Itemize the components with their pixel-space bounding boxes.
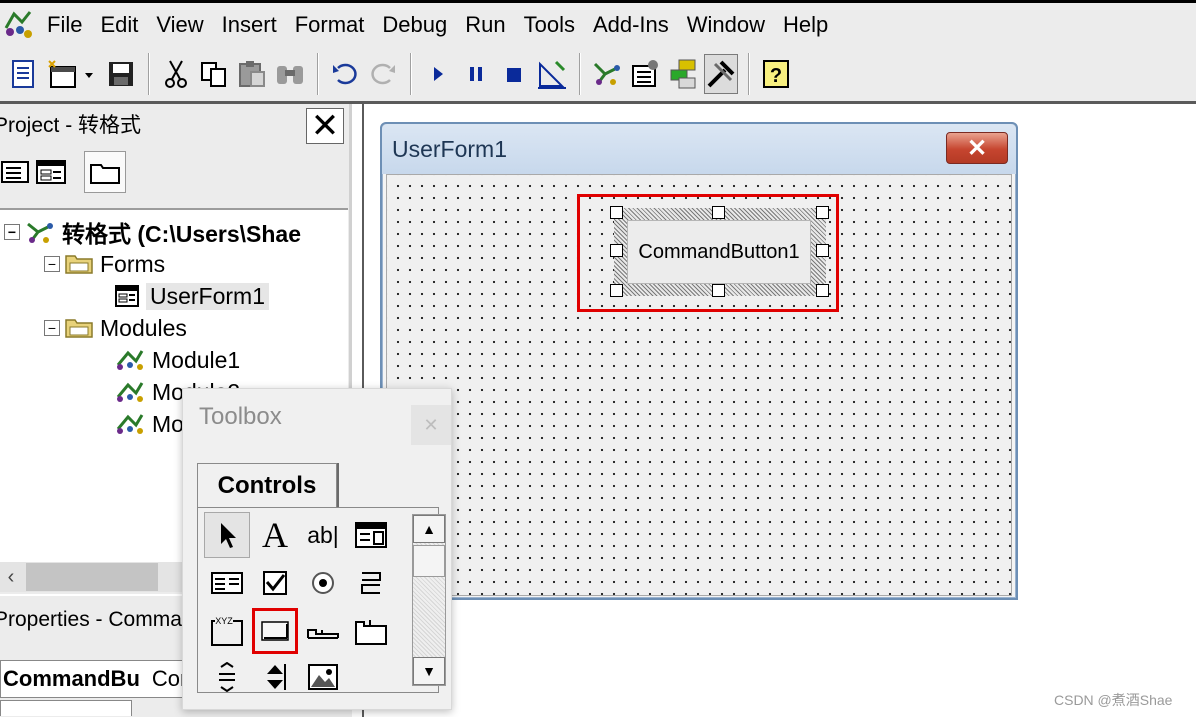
menu-file[interactable]: File xyxy=(38,7,91,43)
project-explorer-icon[interactable] xyxy=(590,54,624,94)
image-tool-icon[interactable] xyxy=(300,654,346,700)
userform1-label: UserForm1 xyxy=(146,282,270,310)
break-icon[interactable] xyxy=(459,54,493,94)
close-icon[interactable]: ✕ xyxy=(946,132,1008,164)
find-icon[interactable] xyxy=(273,54,307,94)
module-icon xyxy=(114,411,146,437)
cut-icon[interactable] xyxy=(159,54,193,94)
tree-item-module1[interactable]: Module1 xyxy=(114,344,240,376)
svg-text:XYZ: XYZ xyxy=(215,616,233,626)
scroll-up-icon[interactable]: ▲ xyxy=(413,515,445,543)
menu-debug[interactable]: Debug xyxy=(373,7,456,43)
menu-window[interactable]: Window xyxy=(678,7,774,43)
folder-icon xyxy=(64,317,94,339)
insert-userform-icon[interactable] xyxy=(44,54,100,94)
help-icon[interactable]: ? xyxy=(759,54,793,94)
selected-object-name: CommandBu xyxy=(3,666,140,691)
listbox-tool-icon[interactable] xyxy=(204,560,250,606)
menu-help[interactable]: Help xyxy=(774,7,837,43)
modules-folder-label: Modules xyxy=(100,314,187,341)
standard-toolbar: ? xyxy=(0,46,1196,104)
properties-window-icon[interactable] xyxy=(628,54,662,94)
frame-tool-icon[interactable]: XYZ xyxy=(204,608,250,654)
vba-editor-window: File Edit View Insert Format Debug Run T… xyxy=(0,0,1196,717)
view-object-icon[interactable] xyxy=(6,54,40,94)
tree-item-modules[interactable]: − Modules xyxy=(44,312,187,344)
scrollbar-tool-icon[interactable] xyxy=(204,654,250,700)
project-root-label: 转格式 (C:\Users\Shae xyxy=(62,221,302,247)
toggle-button-tool-icon[interactable] xyxy=(348,560,394,606)
toggle-folders-icon[interactable] xyxy=(84,151,126,193)
design-mode-icon[interactable] xyxy=(535,54,569,94)
toolbox-vertical-scrollbar[interactable]: ▲ ▼ xyxy=(412,514,446,686)
module1-label: Module1 xyxy=(152,346,241,373)
project-pane-title: Project - 转格式 xyxy=(0,114,142,137)
module-icon xyxy=(114,379,146,405)
multipage-tool-icon[interactable] xyxy=(348,608,394,654)
toolbox-title: Toolbox xyxy=(199,403,282,430)
save-icon[interactable] xyxy=(104,54,138,94)
toolbar-separator xyxy=(148,52,149,95)
menu-add-ins[interactable]: Add-Ins xyxy=(584,7,678,43)
label-tool-icon[interactable]: A xyxy=(252,512,298,558)
menu-tools[interactable]: Tools xyxy=(515,7,584,43)
reset-icon[interactable] xyxy=(497,54,531,94)
toolbar-separator xyxy=(579,52,580,95)
menu-view[interactable]: View xyxy=(147,7,212,43)
view-code-icon[interactable] xyxy=(0,151,30,193)
controls-panel: A ab| XYZ ▲ ▼ xyxy=(197,507,446,693)
command-button-highlight xyxy=(577,194,839,312)
project-pane-toolbar xyxy=(0,148,348,196)
select-objects-icon[interactable] xyxy=(204,512,250,558)
menu-edit[interactable]: Edit xyxy=(91,7,147,43)
close-icon[interactable]: ✕ xyxy=(306,108,344,144)
tabstrip-tool-icon[interactable] xyxy=(300,608,346,654)
object-browser-icon[interactable] xyxy=(666,54,700,94)
userform-icon xyxy=(114,284,140,308)
folder-icon xyxy=(64,253,94,275)
redo-icon[interactable] xyxy=(366,54,400,94)
scroll-down-icon[interactable]: ▼ xyxy=(413,657,445,685)
command-button-tool-icon[interactable] xyxy=(252,608,298,654)
scrollbar-thumb[interactable] xyxy=(413,545,445,577)
watermark: CSDN @煮酒Shae xyxy=(1054,692,1173,708)
tree-item-project-root[interactable]: − 转格式 (C:\Users\Shae xyxy=(4,216,301,248)
toolbox-window[interactable]: Toolbox ✕ Controls A ab| XYZ ▲ ▼ xyxy=(182,388,452,710)
toolbar-separator xyxy=(317,52,318,95)
undo-icon[interactable] xyxy=(328,54,362,94)
spinbutton-tool-icon[interactable] xyxy=(252,654,298,700)
view-object-icon[interactable] xyxy=(30,151,72,193)
scrollbar-thumb[interactable] xyxy=(26,563,158,591)
toolbar-separator xyxy=(410,52,411,95)
tree-item-userform1[interactable]: UserForm1 xyxy=(114,280,270,312)
module-icon xyxy=(114,347,146,373)
textbox-tool-icon[interactable]: ab| xyxy=(300,512,346,558)
checkbox-tool-icon[interactable] xyxy=(252,560,298,606)
toolbar-separator xyxy=(748,52,749,95)
menu-run[interactable]: Run xyxy=(456,7,514,43)
scroll-left-icon[interactable]: ‹ xyxy=(0,562,22,592)
collapse-icon[interactable]: − xyxy=(44,320,60,336)
menu-format[interactable]: Format xyxy=(286,7,374,43)
project-icon xyxy=(24,218,56,246)
userform-title: UserForm1 xyxy=(392,135,508,162)
toolbox-icon[interactable] xyxy=(704,53,738,94)
forms-folder-label: Forms xyxy=(100,250,166,277)
paste-icon[interactable] xyxy=(235,54,269,94)
close-icon[interactable]: ✕ xyxy=(411,405,451,445)
svg-text:?: ? xyxy=(770,65,782,87)
tab-controls[interactable]: Controls xyxy=(197,463,337,507)
run-icon[interactable] xyxy=(421,54,455,94)
collapse-icon[interactable]: − xyxy=(4,224,20,240)
vba-project-icon[interactable] xyxy=(0,5,38,45)
userform-titlebar[interactable]: UserForm1 ✕ xyxy=(382,124,1016,174)
tab-alphabetic[interactable] xyxy=(0,700,132,716)
copy-icon[interactable] xyxy=(197,54,231,94)
tree-item-forms[interactable]: − Forms xyxy=(44,248,165,280)
combobox-tool-icon[interactable] xyxy=(348,512,394,558)
menu-insert[interactable]: Insert xyxy=(213,7,286,43)
collapse-icon[interactable]: − xyxy=(44,256,60,272)
menu-bar: File Edit View Insert Format Debug Run T… xyxy=(0,0,1196,46)
option-button-tool-icon[interactable] xyxy=(300,560,346,606)
